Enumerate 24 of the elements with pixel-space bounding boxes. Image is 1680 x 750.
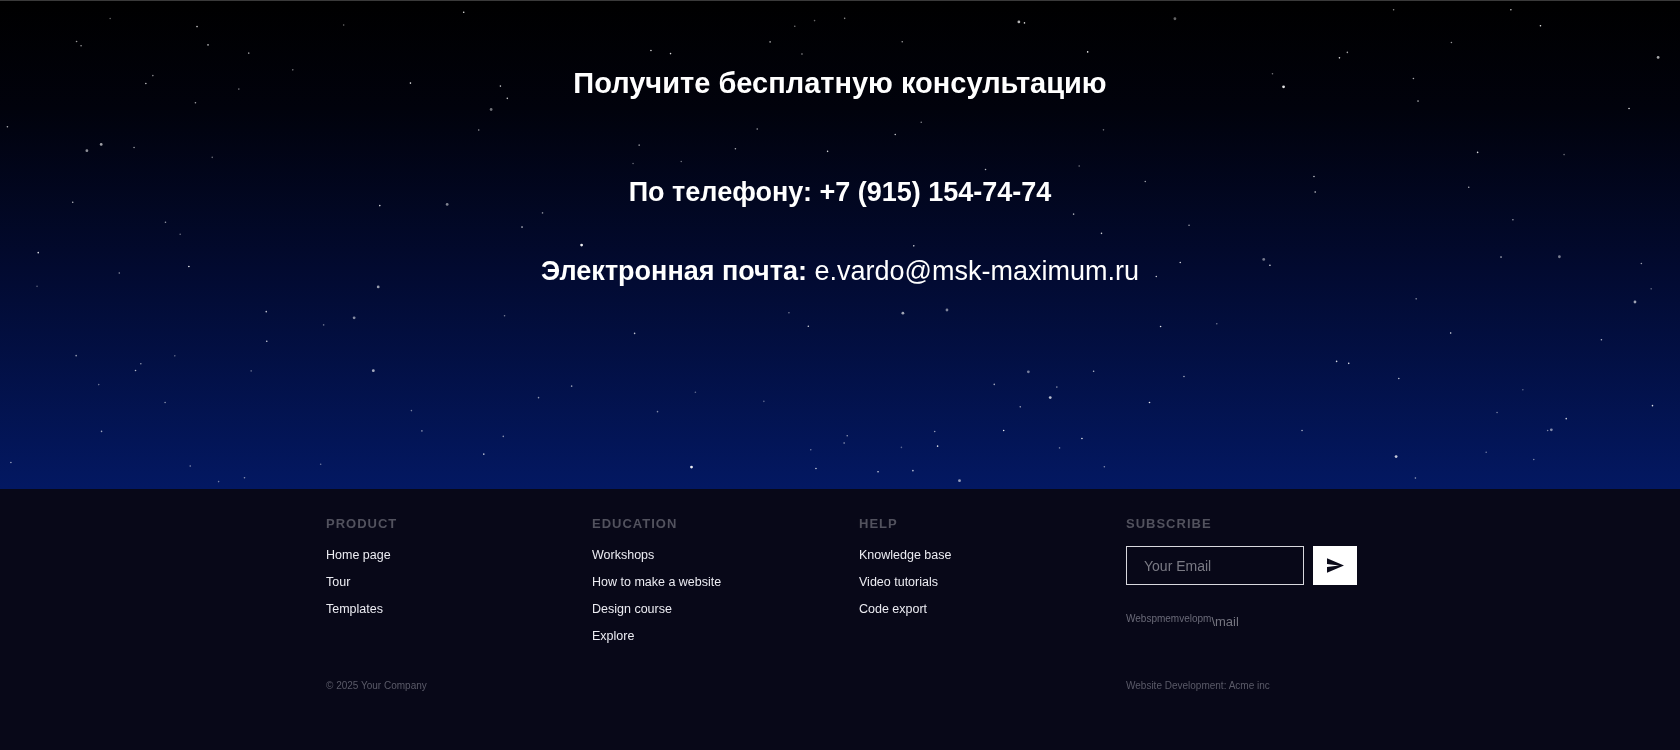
footer-link[interactable]: Workshops (592, 547, 655, 563)
footer-link[interactable]: Home page (326, 547, 391, 563)
footer-link[interactable]: Templates (326, 601, 383, 617)
footer-link[interactable]: Design course (592, 601, 672, 617)
email-text: Электронная почта: e.vardo@msk-maximum.ru (541, 255, 1139, 287)
footer-link[interactable]: Video tutorials (859, 574, 938, 590)
credit-text: Website Development: Acme inc (1126, 680, 1270, 692)
phone-text: По телефону: +7 (915) 154-74-74 (628, 176, 1052, 208)
email-input[interactable]: Your Email (1126, 546, 1304, 585)
footer-link[interactable]: Knowledge base (859, 547, 952, 563)
section-title: Получите бесплатную консультацию (573, 66, 1107, 101)
footer-link[interactable]: Tour (326, 574, 351, 590)
overlapping-caption: Webspmemvelopm (1126, 613, 1212, 624)
footer-link[interactable]: How to make a website (592, 574, 722, 590)
subscribe-button[interactable] (1313, 546, 1357, 585)
footer-link[interactable]: Code export (859, 601, 928, 617)
footer-link[interactable]: Explore (592, 628, 635, 644)
column-heading: SUBSCRIBE (1126, 516, 1212, 532)
copyright-text: © 2025 Your Company (326, 680, 427, 692)
column-heading: EDUCATION (592, 516, 678, 532)
column-heading: HELP (859, 516, 898, 532)
overlapping-caption: \mail (1211, 615, 1239, 629)
send-icon (1326, 558, 1344, 573)
column-heading: PRODUCT (326, 516, 398, 532)
